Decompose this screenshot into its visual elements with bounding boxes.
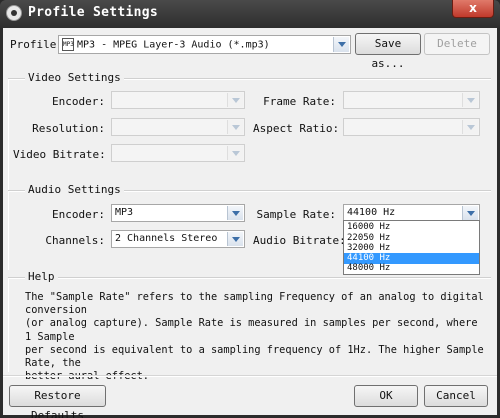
profile-select[interactable]: MP3 MP3 - MPEG Layer-3 Audio (*.mp3) [58,35,351,54]
sample-rate-dropdown-list: 16000 Hz 22050 Hz 32000 Hz 44100 Hz 4800… [343,220,480,275]
app-logo-icon [6,5,22,21]
sample-rate-value: 44100 Hz [347,207,396,218]
ok-button[interactable]: OK [354,385,418,407]
mp3-file-icon: MP3 [62,38,74,51]
help-text: The "Sample Rate" refers to the sampling… [25,291,485,383]
resolution-select[interactable] [111,118,245,136]
resolution-label: Resolution: [32,122,105,135]
dialog-body: Profile: MP3 MP3 - MPEG Layer-3 Audio (*.… [3,28,497,418]
sample-rate-option[interactable]: 16000 Hz [344,222,479,233]
aspect-ratio-label: Aspect Ratio: [253,122,340,135]
help-title: Help [25,270,58,283]
chevron-down-icon[interactable] [333,37,349,52]
aspect-ratio-select[interactable] [343,118,480,136]
video-bitrate-select[interactable] [111,144,245,162]
chevron-down-icon [462,93,478,107]
cancel-button[interactable]: Cancel [424,385,488,407]
close-button[interactable]: x [452,0,494,18]
profile-value: MP3 - MPEG Layer-3 Audio (*.mp3) [77,39,270,51]
delete-button[interactable]: Delete [424,33,490,55]
chevron-down-icon [227,206,243,220]
frame-rate-label: Frame Rate: [263,95,336,108]
help-line: (or analog capture). Sample Rate is meas… [25,317,478,343]
window-title: Profile Settings [28,5,159,20]
video-settings-title: Video Settings [25,71,124,84]
save-as-button[interactable]: Save as... [355,33,421,70]
profile-settings-window: Profile Settings x Profile: MP3 MP3 - MPE… [0,0,500,418]
chevron-down-icon [227,120,243,134]
audio-encoder-value: MP3 [115,207,134,218]
profile-label: Profile: [10,38,63,51]
frame-rate-select[interactable] [343,91,480,109]
sample-rate-label: Sample Rate: [256,208,336,221]
chevron-down-icon [462,120,478,134]
footer-divider [3,375,497,377]
video-encoder-select[interactable] [111,91,245,109]
help-line: The "Sample Rate" refers to the sampling… [25,291,484,317]
audio-encoder-label: Encoder: [52,208,105,221]
chevron-down-icon [227,93,243,107]
channels-select[interactable]: 2 Channels Stereo [111,230,245,248]
chevron-down-icon [227,146,243,160]
help-line: per second is equivalent to a sampling f… [25,343,484,370]
title-bar[interactable]: Profile Settings x [0,0,500,28]
sample-rate-option[interactable]: 48000 Hz [344,263,479,274]
audio-bitrate-label: Audio Bitrate: [253,234,346,247]
close-icon: x [469,1,477,15]
channels-label: Channels: [45,234,105,247]
chevron-down-icon [227,232,243,246]
audio-settings-title: Audio Settings [25,183,124,196]
restore-defaults-button[interactable]: Restore Defaults [9,385,106,418]
video-bitrate-label: Video Bitrate: [13,148,106,161]
video-encoder-label: Encoder: [52,95,105,108]
audio-encoder-select[interactable]: MP3 [111,204,245,222]
chevron-down-icon [462,206,478,220]
channels-value: 2 Channels Stereo [115,233,218,244]
